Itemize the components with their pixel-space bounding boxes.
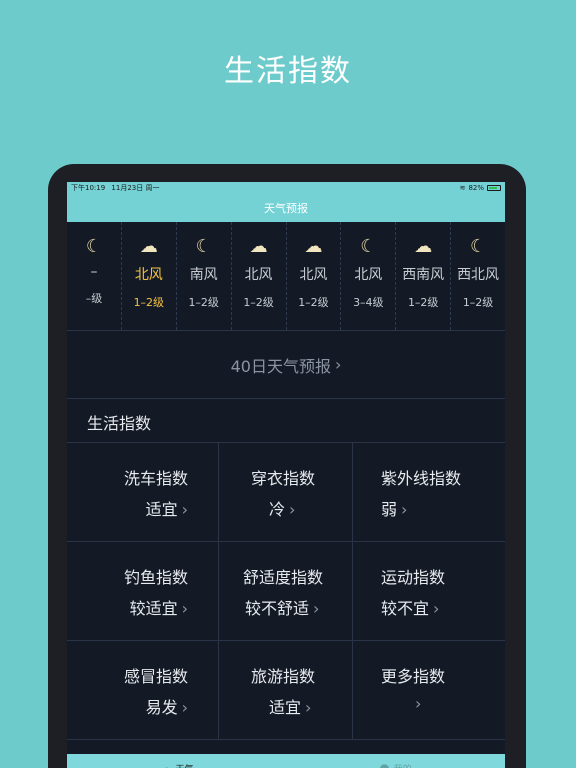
- forecast-item[interactable]: ☁ 北风 1–2级: [232, 222, 287, 330]
- nav-title: 天气预报: [264, 202, 308, 215]
- index-uv[interactable]: 紫外线指数 弱 ›: [353, 443, 505, 542]
- wind-direction: 北风: [299, 267, 328, 283]
- forty-day-forecast-button[interactable]: 40日天气预报 ›: [67, 330, 505, 399]
- wind-direction: –: [90, 264, 98, 280]
- wind-forecast: ☾ – –级 ☁ 北风 1–2级 ☾ 南风 1–2级 ☁ 北风 1–2级 ☁ 北…: [67, 222, 505, 330]
- wind-level: 1–2级: [243, 296, 274, 309]
- index-name: 紫外线指数: [381, 469, 462, 488]
- life-index-title: 生活指数: [87, 414, 152, 433]
- wind-level: 1–2级: [462, 296, 494, 309]
- wind-level: 1–2级: [407, 296, 439, 309]
- index-value: 较不宜 ›: [381, 599, 440, 618]
- wind-level: –级: [85, 292, 103, 305]
- index-name: 舒适度指数: [243, 568, 324, 587]
- index-name: 钓鱼指数: [123, 568, 188, 587]
- forecast-item[interactable]: ☁ 北风 1–2级: [287, 222, 342, 330]
- index-car-wash[interactable]: 洗车指数 适宜 ›: [67, 443, 219, 542]
- index-name: 感冒指数: [123, 667, 188, 686]
- tab-label: 我的: [394, 762, 412, 768]
- weather-icon: ☁: [159, 761, 172, 768]
- status-time: 下午10:19 11月23日 周一: [71, 183, 460, 193]
- cloud-moon-icon: ☁: [414, 236, 433, 257]
- index-value: 易发 ›: [145, 698, 188, 717]
- chevron-right-icon: ›: [181, 500, 188, 519]
- cloud-moon-icon: ☁: [139, 236, 158, 257]
- index-name: 旅游指数: [251, 667, 316, 686]
- battery-text: 82%: [468, 184, 484, 192]
- chevron-right-icon: ›: [433, 599, 440, 618]
- wind-level: 3–4级: [353, 296, 384, 309]
- chevron-right-icon: ›: [313, 599, 320, 618]
- forecast-item[interactable]: ☁ 北风 1–2级: [122, 222, 177, 330]
- index-name: 洗车指数: [123, 469, 188, 488]
- wind-level: 1–2级: [298, 296, 329, 309]
- nav-bar: 天气预报: [67, 194, 505, 222]
- forecast-item[interactable]: ☾ 北风 3–4级: [341, 222, 397, 330]
- index-fishing[interactable]: 钓鱼指数 较适宜 ›: [67, 542, 219, 641]
- index-clothing[interactable]: 穿衣指数 冷 ›: [219, 443, 353, 542]
- forecast-item[interactable]: ☾ 西北风 1–2级: [451, 222, 505, 330]
- index-value: 较适宜 ›: [129, 599, 188, 618]
- tab-label: 天气: [175, 762, 193, 768]
- app-screen: 下午10:19 11月23日 周一 ≋ 82% 天气预报 ☾ – –级 ☁ 北风…: [67, 182, 505, 768]
- wifi-icon: ≋: [459, 184, 466, 192]
- wind-direction: 西北风: [457, 267, 500, 283]
- moon-icon: ☾: [85, 236, 102, 257]
- index-value: 弱 ›: [381, 500, 408, 519]
- index-comfort[interactable]: 舒适度指数 较不舒适 ›: [219, 542, 353, 641]
- user-icon: ●: [379, 761, 390, 768]
- chevron-right-icon: ›: [181, 698, 188, 717]
- wind-level: 1–2级: [133, 296, 165, 309]
- chevron-right-icon: ›: [305, 698, 312, 717]
- battery-icon: [487, 185, 501, 191]
- index-value: 适宜 ›: [145, 500, 188, 519]
- chevron-right-icon: ›: [415, 694, 422, 713]
- index-value: ›: [411, 694, 421, 713]
- index-name: 运动指数: [381, 568, 446, 587]
- chevron-right-icon: ›: [401, 500, 408, 519]
- wind-direction: 南风: [189, 267, 218, 283]
- moon-icon: ☾: [469, 236, 487, 257]
- wind-direction: 北风: [244, 267, 273, 283]
- status-date-text: 11月23日 周一: [111, 184, 160, 192]
- life-index-grid: 洗车指数 适宜 › 穿衣指数 冷 › 紫外线指数 弱 › 钓鱼指数 较适宜 › 舒适度指…: [67, 442, 505, 740]
- forecast-item[interactable]: ☾ 南风 1–2级: [177, 222, 232, 330]
- cloud-moon-icon: ☁: [249, 236, 268, 257]
- forty-day-label: 40日天气预报: [230, 356, 331, 376]
- chevron-right-icon: ›: [181, 599, 188, 618]
- index-value: 较不舒适 ›: [245, 599, 320, 618]
- cloud-moon-icon: ☁: [304, 236, 323, 257]
- moon-icon: ☾: [195, 236, 212, 257]
- wind-direction: 西南风: [402, 267, 445, 283]
- moon-icon: ☾: [360, 236, 377, 257]
- index-more[interactable]: 更多指数 ›: [353, 641, 505, 740]
- wind-direction: 北风: [354, 267, 383, 283]
- index-value: 冷 ›: [269, 500, 296, 519]
- promo-title: 生活指数: [224, 54, 352, 89]
- wind-level: 1–2级: [188, 296, 219, 309]
- status-right: ≋ 82%: [460, 184, 501, 192]
- status-bar: 下午10:19 11月23日 周一 ≋ 82%: [67, 182, 505, 194]
- index-sport[interactable]: 运动指数 较不宜 ›: [353, 542, 505, 641]
- index-name: 更多指数: [381, 667, 446, 686]
- forecast-item[interactable]: ☾ – –级: [67, 222, 122, 330]
- tab-weather[interactable]: ☁ 天气: [67, 754, 286, 768]
- chevron-right-icon: ›: [289, 500, 296, 519]
- tab-mine[interactable]: ● 我的: [286, 754, 505, 768]
- index-value: 适宜 ›: [269, 698, 312, 717]
- index-name: 穿衣指数: [251, 469, 316, 488]
- wind-direction: 北风: [134, 267, 163, 283]
- index-travel[interactable]: 旅游指数 适宜 ›: [219, 641, 353, 740]
- chevron-right-icon: ›: [334, 355, 342, 374]
- index-cold[interactable]: 感冒指数 易发 ›: [67, 641, 219, 740]
- tab-bar: ☁ 天气 ● 我的: [67, 754, 505, 768]
- forecast-item[interactable]: ☁ 西南风 1–2级: [396, 222, 452, 330]
- status-time-text: 下午10:19: [71, 184, 106, 192]
